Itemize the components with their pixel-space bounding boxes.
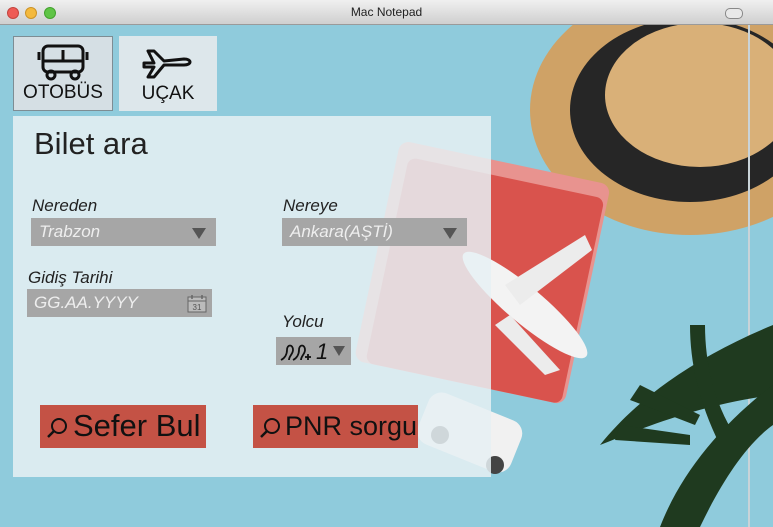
page-title: Bilet ara [34,126,148,161]
app-window: Mac Notepad OTOBÜS UÇAK Bilet ara Nerede… [0,0,773,527]
chevron-down-icon [192,228,206,239]
passengers-label: Yolcu [282,312,324,331]
ticket-search-panel: Bilet ara Nereden Trabzon Nereye Ankara(… [13,116,491,477]
calendar-icon[interactable]: 31 [187,295,207,313]
pnr-query-button[interactable]: PNR sorgu [253,405,418,448]
calendar-day: 31 [193,303,202,312]
tab-bus[interactable]: OTOBÜS [13,36,113,111]
date-label: Gidiş Tarihi [28,268,113,287]
bus-icon [37,44,89,81]
search-icon [47,418,67,438]
tab-plane[interactable]: UÇAK [119,36,217,111]
app-content: OTOBÜS UÇAK Bilet ara Nereden Trabzon Ne… [0,25,773,527]
title-bar: Mac Notepad [0,0,773,25]
to-select[interactable]: Ankara(AŞTİ) [282,218,467,246]
search-trip-button[interactable]: Sefer Bul [40,405,206,448]
to-label: Nereye [283,196,338,215]
airplane-icon [142,49,192,79]
from-value: Trabzon [39,222,101,241]
passengers-count: 1 [316,339,329,364]
tab-plane-label: UÇAK [141,83,195,104]
tab-bus-label: OTOBÜS [23,82,103,103]
to-value: Ankara(AŞTİ) [290,222,393,241]
from-select[interactable]: Trabzon [31,218,216,246]
passengers-select[interactable]: 1 [276,337,351,365]
chevron-down-icon [333,346,345,356]
from-label: Nereden [32,196,98,215]
chevron-down-icon [443,228,457,239]
pnr-query-button-label: PNR sorgu [285,411,418,441]
search-trip-button-label: Sefer Bul [73,408,201,443]
passengers-icon [280,344,311,361]
toolbar-toggle-button[interactable] [725,8,743,19]
search-icon [260,418,280,438]
date-input[interactable] [27,289,212,317]
window-title: Mac Notepad [350,5,423,19]
